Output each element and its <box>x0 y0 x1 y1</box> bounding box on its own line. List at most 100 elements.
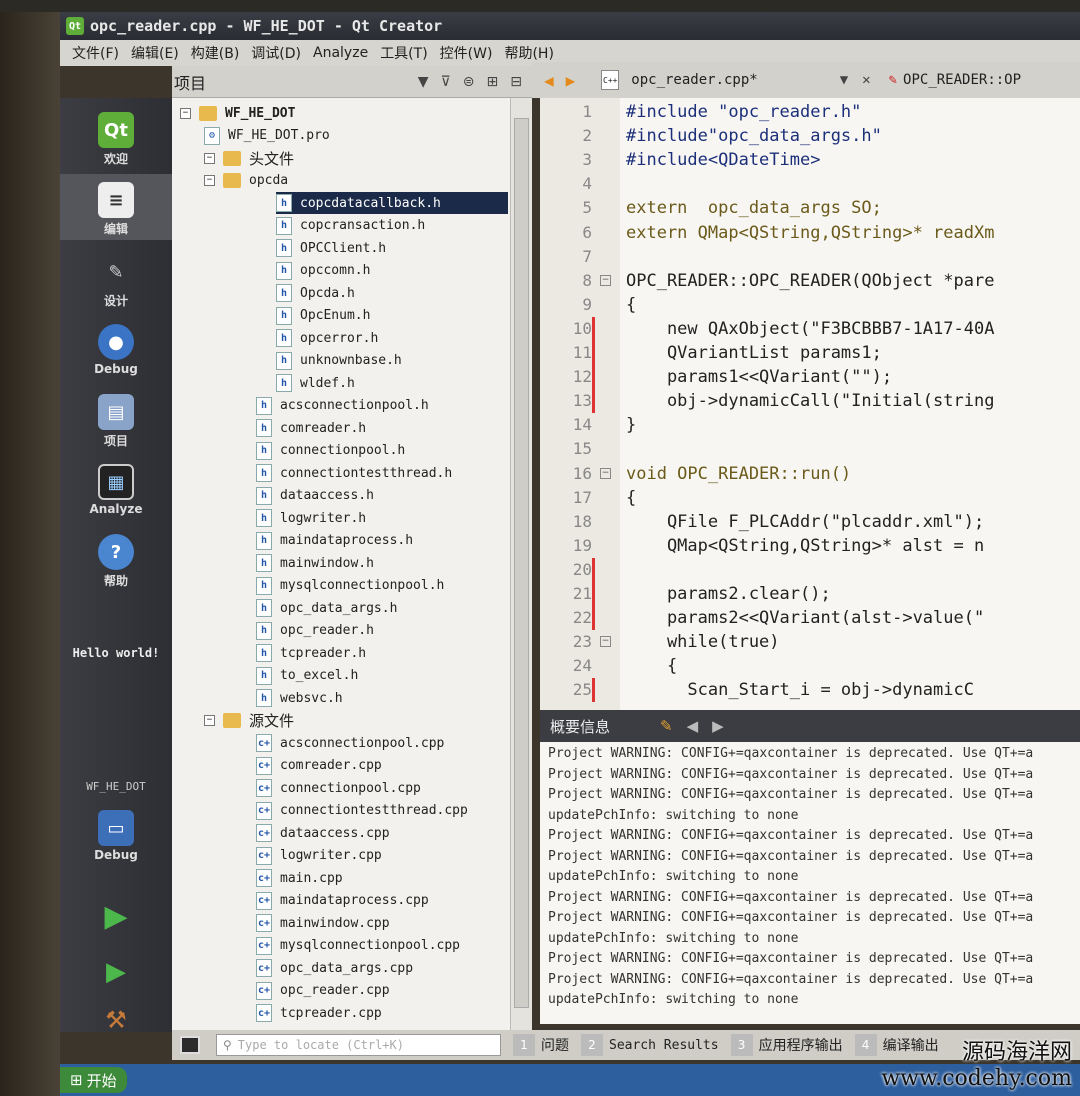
code-line: params2.clear(); <box>626 584 831 604</box>
qt-logo-icon: Qt <box>98 112 134 148</box>
tree-item[interactable]: h connectionpool.h <box>256 440 405 462</box>
tree-item[interactable]: c+ main.cpp <box>256 867 343 889</box>
editor-file-tab[interactable]: opc_reader.cpp* <box>631 72 757 88</box>
tree-item[interactable]: h OPCClient.h <box>276 237 386 259</box>
collapse-icon[interactable]: − <box>204 152 215 164</box>
close-panel-icon[interactable]: ⊟ <box>510 74 522 90</box>
split-icon[interactable]: ⊞ <box>487 74 499 90</box>
mode-projects[interactable]: ▤ 项目 <box>60 394 172 449</box>
mode-debug[interactable]: ● Debug <box>60 324 172 376</box>
line-number: 1 <box>582 102 592 121</box>
pane-issues[interactable]: 1 问题 <box>513 1034 569 1056</box>
tree-item[interactable]: h unknownbase.h <box>276 350 402 372</box>
start-button[interactable]: ⊞ 开始 <box>60 1067 127 1093</box>
kit-selector[interactable]: ▭ Debug <box>60 810 172 862</box>
tree-item[interactable]: c+ tcpreader.cpp <box>256 1002 382 1024</box>
pane-app-output[interactable]: 3 应用程序输出 <box>730 1034 843 1056</box>
tree-item[interactable]: h connectiontestthread.h <box>256 462 452 484</box>
clear-icon[interactable]: ✎ <box>660 717 673 735</box>
tree-item[interactable]: h opc_reader.h <box>256 620 374 642</box>
collapse-icon[interactable]: − <box>204 175 215 186</box>
next-arrow-icon[interactable]: ▶ <box>712 717 724 735</box>
tree-item[interactable]: h wldef.h <box>276 372 355 394</box>
fold-toggle-icon[interactable]: − <box>600 636 611 648</box>
code-editor[interactable]: #include "opc_reader.h" #include"opc_data… <box>620 98 1080 710</box>
fold-toggle-icon[interactable]: − <box>600 467 611 479</box>
tree-item[interactable]: h tcpreader.h <box>256 642 366 664</box>
sidebar-toggle-button[interactable] <box>180 1036 200 1054</box>
tree-item[interactable]: h copcdatacallback.h <box>276 192 508 214</box>
tree-item[interactable]: c+ mainwindow.cpp <box>256 912 390 934</box>
menu-help[interactable]: 帮助(H) <box>504 43 553 63</box>
locator-input[interactable]: ⚲ Type to locate (Ctrl+K) <box>216 1034 501 1056</box>
tree-item[interactable]: c+ comreader.cpp <box>256 755 382 777</box>
tree-item[interactable]: h comreader.h <box>256 417 366 439</box>
tree-item[interactable]: − 源文件 <box>204 710 294 732</box>
code-line: #include "opc_reader.h" <box>626 102 862 122</box>
menu-debug[interactable]: 调试(D) <box>251 43 301 63</box>
tree-item[interactable]: − 头文件 <box>204 147 294 169</box>
tree-item[interactable]: c+ dataaccess.cpp <box>256 822 390 844</box>
run-triangle-icon: ▶ <box>104 898 128 934</box>
tree-item[interactable]: h mysqlconnectionpool.h <box>256 575 444 597</box>
tree-item-label: dataaccess.h <box>280 488 374 503</box>
menu-build[interactable]: 构建(B) <box>191 43 240 63</box>
tree-item[interactable]: h websvc.h <box>256 687 343 709</box>
project-tree-scrollbar[interactable] <box>510 98 532 1030</box>
tree-item-label: logwriter.cpp <box>280 848 382 863</box>
prev-arrow-icon[interactable]: ◀ <box>687 717 699 735</box>
tree-item[interactable]: h dataaccess.h <box>256 485 374 507</box>
tree-item[interactable]: c+ maindataprocess.cpp <box>256 890 429 912</box>
code-line: QFile F_PLCAddr("plcaddr.xml"); <box>626 511 985 532</box>
mode-design[interactable]: ✎ 设计 <box>60 254 172 309</box>
mode-analyze[interactable]: ▦ Analyze <box>60 464 172 516</box>
tree-item[interactable]: c+ logwriter.cpp <box>256 845 382 867</box>
build-button[interactable]: ⚒ <box>60 1002 172 1040</box>
menu-tools[interactable]: 工具(T) <box>380 43 427 63</box>
tree-item[interactable]: c+ opc_reader.cpp <box>256 980 390 1002</box>
run-button[interactable]: ▶ <box>60 898 172 936</box>
tree-item[interactable]: h logwriter.h <box>256 507 366 529</box>
code-line: obj->dynamicCall("Initial(string <box>626 391 995 412</box>
forward-arrow-icon[interactable]: ▶ <box>566 71 576 90</box>
close-file-icon[interactable]: ✕ <box>862 72 870 88</box>
tree-item[interactable]: c+ connectiontestthread.cpp <box>256 800 468 822</box>
tree-item[interactable]: h opc_data_args.h <box>256 597 397 619</box>
menu-file[interactable]: 文件(F) <box>72 43 119 63</box>
tree-item[interactable]: − WF_HE_DOT <box>180 102 295 124</box>
fold-toggle-icon[interactable]: − <box>600 274 611 286</box>
tree-item[interactable]: h mainwindow.h <box>256 552 374 574</box>
tree-item[interactable]: h maindataprocess.h <box>256 530 413 552</box>
mode-welcome[interactable]: Qt 欢迎 <box>60 112 172 167</box>
symbol-selector[interactable]: OPC_READER::OP <box>903 72 1021 88</box>
link-icon[interactable]: ⊜ <box>463 74 475 90</box>
tree-item[interactable]: h copcransaction.h <box>276 215 425 237</box>
mode-edit[interactable]: ≡ 编辑 <box>60 174 172 240</box>
dropdown-arrow-icon[interactable]: ▼ <box>418 74 429 90</box>
tree-item[interactable]: c+ mysqlconnectionpool.cpp <box>256 935 460 957</box>
menu-analyze[interactable]: Analyze <box>313 45 368 61</box>
file-dropdown-icon[interactable]: ▼ <box>840 72 848 88</box>
tree-item[interactable]: h OpcEnum.h <box>276 305 370 327</box>
back-arrow-icon[interactable]: ◀ <box>544 71 554 90</box>
tree-item[interactable]: h Opcda.h <box>276 282 355 304</box>
pane-search-results[interactable]: 2 Search Results <box>581 1034 719 1056</box>
tree-item[interactable]: c+ connectionpool.cpp <box>256 777 421 799</box>
tree-item[interactable]: ⚙ WF_HE_DOT.pro <box>204 125 330 147</box>
tree-item-label: connectionpool.cpp <box>280 780 421 796</box>
filter-icon[interactable]: ⊽ <box>441 74 451 90</box>
scrollbar-thumb[interactable] <box>514 118 529 1008</box>
menu-widgets[interactable]: 控件(W) <box>440 43 493 63</box>
tree-item[interactable]: h to_excel.h <box>256 665 358 687</box>
tree-item[interactable]: h acsconnectionpool.h <box>256 395 429 417</box>
debug-run-button[interactable]: ▶ <box>60 954 172 992</box>
menu-edit[interactable]: 编辑(E) <box>131 43 179 63</box>
tree-item[interactable]: h opcerror.h <box>276 327 378 349</box>
tree-item[interactable]: − opcda <box>204 170 288 192</box>
tree-item[interactable]: c+ acsconnectionpool.cpp <box>256 732 444 754</box>
collapse-icon[interactable]: − <box>180 107 191 119</box>
tree-item[interactable]: h opccomn.h <box>276 260 370 282</box>
tree-item[interactable]: c+ opc_data_args.cpp <box>256 957 413 979</box>
collapse-icon[interactable]: − <box>204 715 215 726</box>
mode-help[interactable]: ? 帮助 <box>60 534 172 589</box>
